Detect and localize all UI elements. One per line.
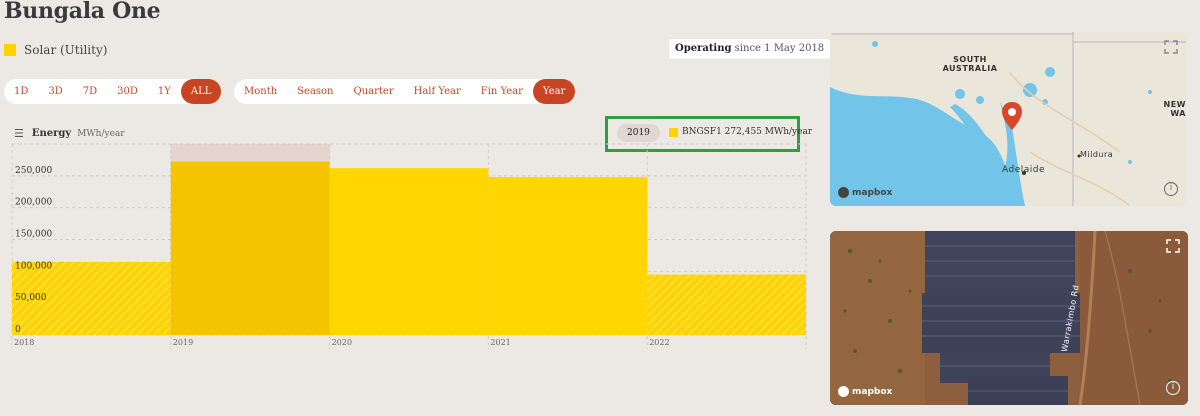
info-icon[interactable]: i [1164, 182, 1178, 196]
map-label-state: NEW WA [1163, 100, 1186, 118]
legend-series: BNGSF1 272,455 MWh/year [669, 127, 812, 137]
energy-title: Energy [31, 128, 72, 139]
status-state: Operating [675, 43, 732, 54]
energy-header: ☰ Energy MWh/year [14, 127, 125, 140]
interval-button-fin-year[interactable]: Fin Year [471, 79, 533, 104]
range-button-3d[interactable]: 3D [38, 79, 72, 104]
bar-2021[interactable] [488, 177, 648, 335]
interval-button-month[interactable]: Month [234, 79, 287, 104]
bar-2020[interactable] [329, 168, 489, 335]
range-button-7d[interactable]: 7D [73, 79, 107, 104]
map-label-region: SOUTH AUSTRALIA [942, 55, 998, 73]
fullscreen-icon[interactable] [1164, 40, 1178, 54]
y-tick-label: 100,000 [15, 261, 52, 271]
hamburger-icon[interactable]: ☰ [14, 127, 24, 140]
interval-button-quarter[interactable]: Quarter [344, 79, 404, 104]
y-tick-label: 150,000 [15, 230, 52, 240]
y-tick-label: 50,000 [15, 293, 47, 303]
satellite-map[interactable]: Warrakimbo Rd mapbox i [830, 231, 1188, 405]
map-label-city: Adelaide [1002, 165, 1046, 175]
mapbox-icon [838, 187, 849, 198]
page-title: Bungala One [4, 0, 161, 24]
y-tick-label: 0 [15, 325, 21, 335]
energy-unit: MWh/year [77, 128, 125, 139]
x-tick-label: 2022 [649, 338, 669, 347]
range-button-1d[interactable]: 1D [4, 79, 38, 104]
x-tick-label: 2019 [173, 338, 193, 347]
range-button-all[interactable]: ALL [180, 79, 222, 104]
range-selector: 1D 3D 7D 30D 1Y ALL [4, 79, 222, 104]
bar-2019[interactable] [170, 161, 330, 335]
interval-button-season[interactable]: Season [287, 79, 343, 104]
energy-chart[interactable]: 0 50,000 100,000 150,000 200,000 250,000 2018… [0, 140, 820, 355]
bar-2022[interactable] [647, 274, 806, 335]
fullscreen-icon[interactable] [1166, 239, 1180, 253]
legend-series-label: BNGSF1 272,455 MWh/year [682, 127, 813, 137]
interval-selector: Month Season Quarter Half Year Fin Year Year [234, 79, 576, 104]
range-button-30d[interactable]: 30D [107, 79, 148, 104]
y-tick-label: 250,000 [15, 166, 52, 176]
range-button-1y[interactable]: 1Y [148, 79, 181, 104]
location-map[interactable]: SOUTH AUSTRALIA Adelaide Mildura NEW WA … [830, 32, 1186, 206]
y-tick-label: 200,000 [15, 198, 52, 208]
fuel-tech-label: Solar (Utility) [4, 43, 107, 57]
map-pin-icon[interactable] [1001, 101, 1023, 131]
mapbox-logo[interactable]: mapbox [838, 386, 892, 397]
interval-button-half-year[interactable]: Half Year [404, 79, 471, 104]
fuel-swatch [4, 44, 16, 56]
satellite-graphic [830, 231, 1188, 405]
interval-button-year[interactable]: Year [532, 79, 576, 104]
legend-swatch [669, 127, 678, 137]
map-label-town: Mildura [1080, 150, 1114, 159]
info-icon[interactable]: i [1166, 381, 1180, 395]
mapbox-logo[interactable]: mapbox [838, 187, 892, 198]
x-tick-label: 2020 [332, 338, 352, 347]
x-tick-label: 2021 [490, 338, 510, 347]
mapbox-text: mapbox [852, 187, 893, 198]
fuel-tech-text: Solar (Utility) [24, 43, 108, 57]
status-since: since 1 May 2018 [731, 43, 825, 54]
x-tick-label: 2018 [14, 338, 34, 347]
status-badge: Operating since 1 May 2018 [669, 39, 831, 59]
mapbox-icon [838, 386, 849, 397]
mapbox-text: mapbox [852, 386, 893, 397]
